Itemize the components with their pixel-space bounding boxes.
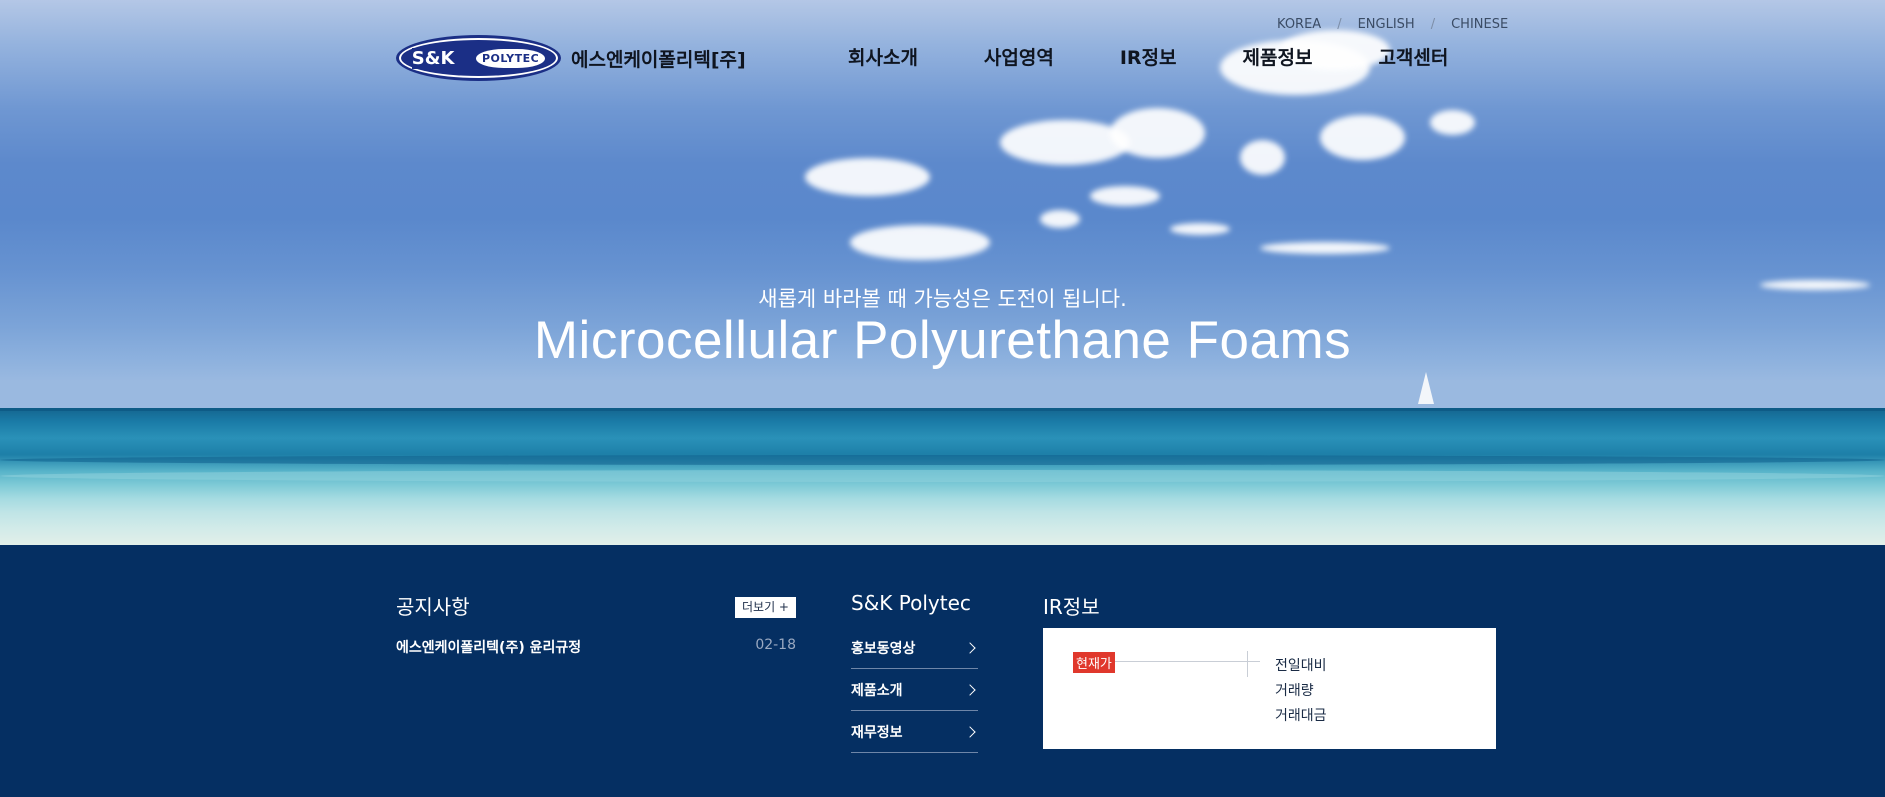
nav-business[interactable]: 사업영역 (984, 43, 1054, 70)
metric-volume: 거래량 (1275, 683, 1314, 699)
chevron-right-icon (964, 641, 976, 654)
lang-separator: / (1430, 17, 1436, 32)
sailboat (1418, 372, 1434, 404)
link-promo-video[interactable]: 홍보동영상 (851, 627, 978, 669)
link-label: 재무정보 (851, 724, 903, 741)
more-button[interactable]: 더보기 + (735, 597, 796, 618)
cloud (1040, 210, 1080, 228)
cloud (1240, 140, 1285, 175)
company-name: 에스엔케이폴리텍[주] (571, 48, 746, 71)
company-links: 홍보동영상 제품소개 재무정보 (851, 627, 978, 753)
hero-title: Microcellular Polyurethane Foams (533, 311, 1352, 370)
chevron-right-icon (964, 725, 976, 738)
ir-metrics: 전일대비 거래량 거래대금 (1275, 654, 1327, 729)
logo-inner: S&K POLYTEC (401, 40, 556, 76)
nav-support[interactable]: 고객센터 (1378, 43, 1448, 70)
chevron-right-icon (964, 683, 976, 696)
link-label: 홍보동영상 (851, 640, 916, 657)
language-switcher: KOREA / ENGLISH / CHINESE (1277, 17, 1508, 32)
cloud (1320, 115, 1405, 160)
divider (1115, 661, 1260, 662)
cloud (850, 225, 990, 260)
logo-mark-right: POLYTEC (475, 48, 546, 68)
cloud (1170, 223, 1230, 235)
wave (0, 470, 1885, 482)
nav-company[interactable]: 회사소개 (848, 43, 918, 70)
hero-banner: KOREA / ENGLISH / CHINESE S&K POLYTEC 에스… (0, 0, 1885, 545)
notice-heading: 공지사항 (396, 595, 470, 619)
logo-mark: S&K POLYTEC (396, 35, 561, 81)
metric-change: 전일대비 (1275, 658, 1327, 674)
company-links-heading: S&K Polytec (851, 591, 971, 615)
cloud (805, 158, 930, 196)
nav-products[interactable]: 제품정보 (1243, 43, 1313, 70)
lang-chinese[interactable]: CHINESE (1451, 17, 1508, 32)
ir-stock-panel: 현재가 전일대비 거래량 거래대금 (1043, 628, 1496, 749)
cloud (1110, 108, 1205, 158)
notice-title[interactable]: 에스엔케이폴리텍(주) 윤리규정 (396, 637, 581, 657)
cloud (1260, 242, 1390, 254)
lang-english[interactable]: ENGLISH (1358, 17, 1415, 32)
list-item: 에스엔케이폴리텍(주) 윤리규정 02-18 (396, 637, 796, 657)
ir-heading: IR정보 (1043, 595, 1100, 619)
wave (0, 455, 1885, 465)
main-nav: 회사소개 사업영역 IR정보 제품정보 고객센터 (848, 43, 1448, 70)
nav-ir[interactable]: IR정보 (1120, 43, 1177, 70)
link-financial-info[interactable]: 재무정보 (851, 711, 978, 753)
metric-amount: 거래대금 (1275, 708, 1327, 724)
company-logo[interactable]: S&K POLYTEC 에스엔케이폴리텍[주] (396, 35, 746, 81)
horizon (0, 408, 1885, 411)
lang-separator: / (1337, 17, 1342, 32)
logo-mark-left: S&K (411, 47, 455, 69)
lang-korea[interactable]: KOREA (1277, 17, 1321, 32)
link-product-intro[interactable]: 제품소개 (851, 669, 978, 711)
divider (1247, 651, 1248, 677)
notice-date: 02-18 (755, 637, 796, 653)
cloud (1090, 186, 1160, 206)
link-label: 제품소개 (851, 682, 903, 699)
hero-subtitle: 새롭게 바라볼 때 가능성은 도전이 됩니다. (758, 287, 1127, 311)
cloud (1430, 110, 1475, 135)
current-price-badge: 현재가 (1073, 652, 1115, 673)
